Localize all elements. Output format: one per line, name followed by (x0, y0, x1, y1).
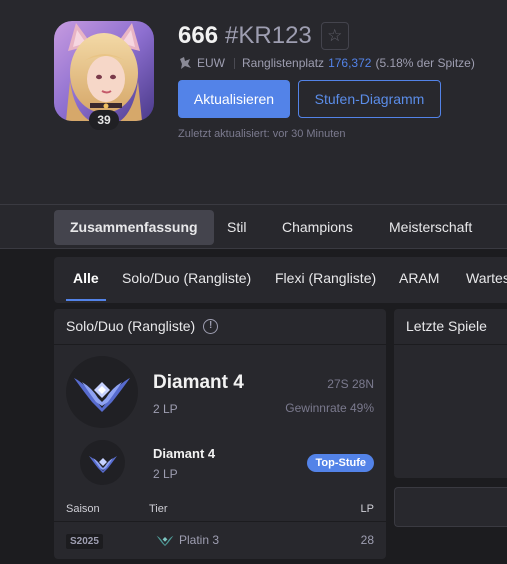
queue-tab-all[interactable]: Alle (73, 257, 99, 303)
recent-games-filter-box[interactable] (394, 487, 507, 527)
winrate: Gewinnrate 49% (285, 401, 374, 415)
peak-tier: Diamant 4 (153, 446, 216, 461)
tag-line: #KR123 (225, 22, 312, 49)
current-lp: 2 LP (153, 402, 178, 416)
season-lp: 28 (360, 533, 374, 547)
last-updated-text: Zuletzt aktualisiert: vor 30 Minuten (178, 128, 346, 140)
profile-avatar (54, 21, 154, 121)
profile-icon-wrap: 39 (54, 21, 154, 130)
tier-col-header: Tier (149, 503, 168, 515)
meta-divider (234, 57, 235, 69)
profile-header: 39 666 #KR123 ☆ EUW Ranglistenplatz 176,… (0, 0, 507, 204)
season-tag: S2025 (66, 534, 103, 549)
ranked-panel-title: Solo/Duo (Rangliste) ! (66, 309, 219, 344)
ladder-percent: (5.18% der Spitze) (375, 56, 475, 70)
favorite-button[interactable]: ☆ (320, 22, 349, 50)
map-pin-icon (178, 56, 192, 70)
main-nav-tabs: Zusammenfassung Stil Champions Meistersc… (0, 204, 507, 249)
ladder-meta-row: EUW Ranglistenplatz 176,372 (5.18% der S… (178, 55, 475, 71)
game-name: 666 (178, 22, 219, 49)
queue-filter-tabs: Alle Solo/Duo (Rangliste) Flexi (Ranglis… (54, 257, 507, 303)
season-col-header: Saison (66, 503, 100, 515)
queue-tab-solo[interactable]: Solo/Duo (Rangliste) (122, 257, 251, 303)
diamond-emblem-icon (66, 356, 138, 428)
lp-col-header: LP (360, 503, 374, 515)
platinum-emblem-icon (156, 535, 174, 546)
tab-summary[interactable]: Zusammenfassung (54, 210, 214, 245)
tab-style[interactable]: Stil (211, 210, 262, 245)
queue-tab-flex[interactable]: Flexi (Rangliste) (275, 257, 376, 303)
queue-tab-aram[interactable]: ARAM (399, 257, 439, 303)
top-tier-badge: Top-Stufe (307, 454, 374, 472)
wins-losses: 27S 28N (327, 377, 374, 391)
level-badge: 39 (89, 110, 119, 130)
current-tier: Diamant 4 (153, 372, 244, 393)
peak-diamond-emblem-icon (80, 440, 125, 485)
ladder-label: Ranglistenplatz (242, 56, 325, 70)
season-tier: Platin 3 (156, 533, 219, 547)
summoner-name-row: 666 #KR123 ☆ (178, 20, 349, 52)
info-icon[interactable]: ! (203, 319, 219, 334)
season-tier-label: Platin 3 (179, 533, 220, 547)
ladder-rank-link[interactable]: 176,372 (328, 56, 371, 70)
season-table-header: Saison Tier LP (54, 497, 386, 521)
recent-divider (394, 344, 507, 345)
table-row: S2025 Platin 3 28 (54, 522, 386, 559)
ranked-title-text: Solo/Duo (Rangliste) (66, 318, 196, 334)
star-icon: ☆ (327, 26, 343, 45)
tab-mastery[interactable]: Meisterschaft (373, 210, 488, 245)
ranked-solo-panel: Solo/Duo (Rangliste) ! Diamant 4 2 LP 27… (54, 309, 386, 559)
panel-divider (54, 344, 386, 345)
region-label: EUW (197, 56, 225, 70)
recent-games-title: Letzte Spiele (406, 318, 487, 334)
tier-graph-button[interactable]: Stufen-Diagramm (298, 80, 441, 118)
peak-lp: 2 LP (153, 467, 178, 481)
refresh-button[interactable]: Aktualisieren (178, 80, 290, 118)
tab-champions[interactable]: Champions (266, 210, 369, 245)
active-tab-indicator (66, 299, 106, 301)
recent-games-panel: Letzte Spiele (394, 309, 507, 478)
queue-tab-waiting[interactable]: Wartes (466, 257, 507, 303)
